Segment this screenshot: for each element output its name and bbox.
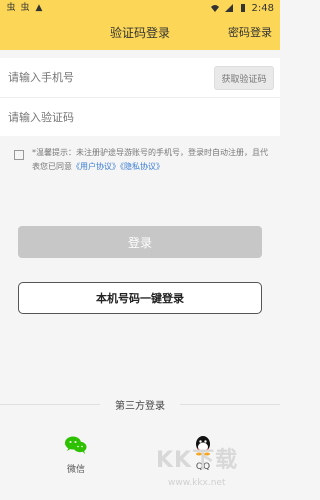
code-input[interactable] — [8, 110, 208, 124]
status-right: 2:48 — [210, 3, 274, 14]
sim-icon: 虫 — [20, 2, 30, 13]
agreement: *温馨提示：未注册驴途导游账号的手机号，登录时自动注册，且代表您已同意《用户协议… — [14, 146, 270, 174]
user-agreement-link[interactable]: 《用户协议》 — [72, 162, 120, 171]
one-key-login-button[interactable]: 本机号码一键登录 — [18, 282, 262, 314]
password-login-link[interactable]: 密码登录 — [228, 16, 272, 50]
header: 验证码登录 密码登录 — [0, 16, 280, 50]
wechat-icon — [65, 436, 87, 454]
wechat-login[interactable]: 微信 — [56, 432, 96, 475]
agreement-checkbox[interactable] — [14, 150, 24, 160]
notification-icon: ▲ — [35, 2, 43, 13]
wechat-label: 微信 — [66, 465, 85, 475]
battery-icon — [240, 4, 245, 12]
wifi-icon — [210, 5, 219, 12]
get-code-button[interactable]: 获取验证码 — [214, 66, 274, 90]
login-button[interactable]: 登录 — [18, 226, 262, 258]
phone-input[interactable] — [8, 71, 198, 84]
third-party-title: 第三方登录 — [100, 397, 180, 412]
signal-icon — [224, 4, 233, 12]
privacy-policy-link[interactable]: 《隐私协议》 — [120, 162, 164, 171]
watermark-brand: KK下载 — [156, 448, 239, 473]
status-left-icons: 虫 虫 ▲ — [6, 3, 44, 13]
agreement-text: *温馨提示：未注册驴途导游账号的手机号，登录时自动注册，且代表您已同意《用户协议… — [32, 146, 270, 174]
watermark: KK下载 www.kkx.net — [156, 442, 274, 494]
status-time: 2:48 — [251, 2, 274, 14]
status-bar: 虫 虫 ▲ 2:48 — [0, 0, 280, 16]
sim-icon: 虫 — [6, 2, 16, 13]
phone-row: 获取验证码 — [0, 58, 280, 98]
watermark-site: www.kkx.net — [168, 478, 226, 488]
code-row — [0, 98, 280, 136]
